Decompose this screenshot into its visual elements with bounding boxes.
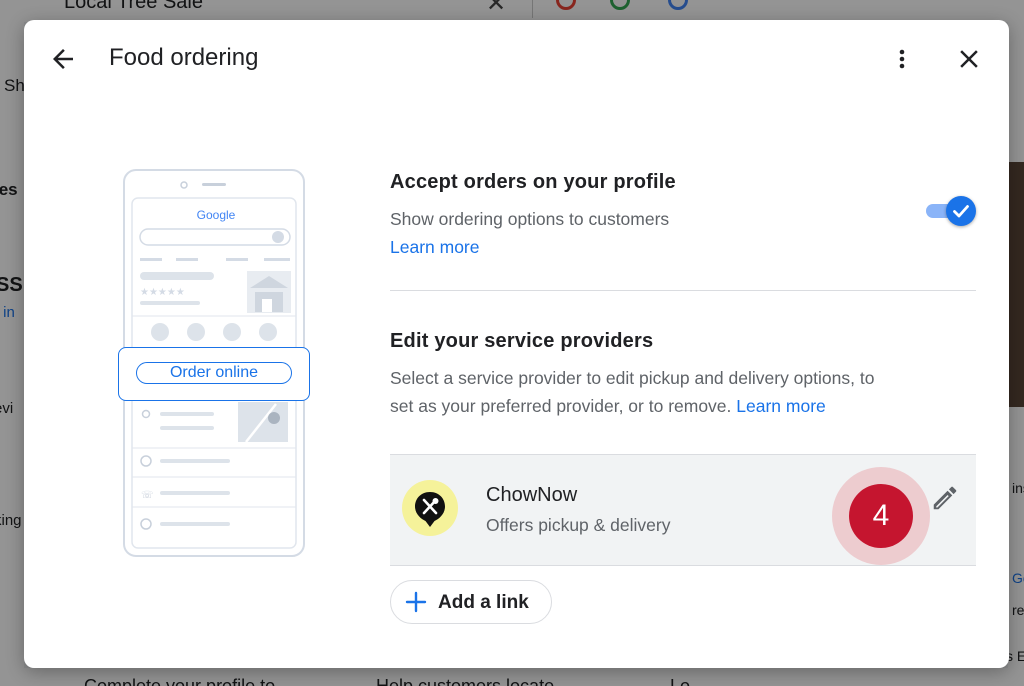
chownow-logo-icon: [402, 480, 458, 536]
section-divider: [390, 290, 976, 291]
edit-provider-button[interactable]: [930, 483, 960, 513]
close-button[interactable]: [954, 44, 984, 74]
svg-text:★★★★★: ★★★★★: [140, 287, 185, 298]
chownow-logo: [402, 480, 458, 536]
order-online-illustration: ★★★★★ ☏ Google Order online: [116, 168, 316, 560]
providers-description-line1: Select a service provider to edit pickup…: [390, 368, 875, 388]
dialog-title: Food ordering: [109, 44, 259, 71]
accept-orders-description: Show ordering options to customers: [390, 209, 670, 229]
svg-text:☏: ☏: [141, 490, 154, 501]
step-badge: 4: [849, 484, 913, 548]
provider-name: ChowNow: [486, 484, 578, 506]
more-vert-icon: [899, 49, 905, 69]
providers-description-line2: set as your preferred provider, or to re…: [390, 396, 732, 416]
accept-orders-learn-more-link[interactable]: Learn more: [390, 237, 480, 257]
provider-row-chownow[interactable]: ChowNow Offers pickup & delivery 4: [390, 454, 976, 566]
add-link-button[interactable]: Add a link: [390, 580, 552, 624]
order-online-label: Order online: [136, 362, 292, 384]
providers-description-line2-row: set as your preferred provider, or to re…: [390, 392, 976, 420]
more-options-button[interactable]: [890, 44, 914, 74]
provider-subtitle: Offers pickup & delivery: [486, 515, 671, 535]
accept-orders-title: Accept orders on your profile: [390, 171, 676, 193]
arrow-back-icon: [53, 49, 73, 69]
check-icon: [953, 205, 969, 218]
providers-title: Edit your service providers: [390, 330, 654, 352]
accept-orders-toggle[interactable]: [924, 196, 978, 226]
add-link-label: Add a link: [438, 592, 529, 613]
order-online-callout: Order online: [118, 347, 310, 401]
plus-icon: [405, 591, 427, 613]
pencil-icon: [933, 486, 957, 510]
back-button[interactable]: [48, 44, 78, 74]
close-icon: [960, 50, 978, 68]
food-ordering-dialog: Food ordering ★★★★★ ☏ Google Order onlin…: [24, 20, 1009, 668]
toggle-thumb: [946, 196, 976, 226]
accept-orders-learn-more-row: Learn more: [390, 233, 976, 261]
google-wordmark: Google: [196, 208, 236, 222]
providers-learn-more-link[interactable]: Learn more: [736, 396, 826, 416]
